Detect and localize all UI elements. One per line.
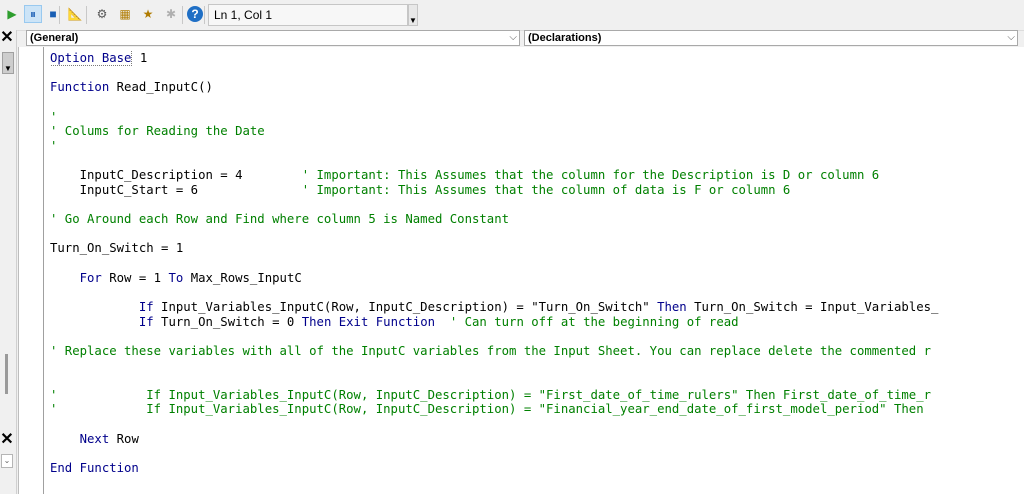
close-icon[interactable]: ✕ [0, 30, 14, 46]
code-line[interactable]: InputC_Start = 6 ' Important: This Assum… [50, 183, 1024, 198]
procedure-combo-value: (Declarations) [528, 32, 602, 44]
code-keyword: Then [657, 299, 687, 314]
splitter-bar[interactable] [5, 354, 8, 394]
code-comment: ' [50, 109, 58, 124]
code-keyword: If [138, 299, 154, 314]
run-icon[interactable]: ▶ [3, 5, 21, 23]
margin-indicator-bar [43, 47, 44, 494]
code-keyword: For [79, 270, 102, 285]
code-line[interactable]: Turn_On_Switch = 1 [50, 241, 1024, 256]
code-line[interactable] [50, 417, 1024, 432]
code-text: Row = 1 [101, 270, 169, 285]
code-line[interactable]: If Turn_On_Switch = 0 Then Exit Function… [50, 315, 1024, 330]
design-mode-icon[interactable]: 📐 [66, 5, 84, 23]
code-keyword: Then Exit Function [301, 314, 435, 329]
code-keyword: End Function [50, 460, 139, 475]
break-icon[interactable]: ⏸ [24, 5, 42, 23]
panel-scroll-thumb[interactable]: ▼ [2, 52, 14, 74]
code-line[interactable] [50, 95, 1024, 110]
code-line[interactable]: End Function [50, 461, 1024, 476]
cursor-position-display: Ln 1, Col 1 [208, 4, 408, 26]
code-line[interactable]: Function Read_InputC() [50, 80, 1024, 95]
code-line[interactable] [50, 197, 1024, 212]
code-line[interactable]: If Input_Variables_InputC(Row, InputC_De… [50, 300, 1024, 315]
code-comment: ' Replace these variables with all of th… [50, 343, 931, 358]
code-window[interactable]: Option Base 1 Function Read_InputC() ' ' … [50, 51, 1024, 476]
code-text: Max_Rows_InputC [183, 270, 302, 285]
chevron-down-icon[interactable]: ⌄ [1, 454, 13, 468]
code-text: InputC_Description = 4 [50, 168, 302, 183]
code-comment: ' Go Around each Row and Find where colu… [50, 212, 510, 227]
code-line[interactable]: InputC_Description = 4 ' Important: This… [50, 168, 1024, 183]
left-panel: ✕ ▼ ✕ ⌄ [0, 30, 17, 494]
code-line[interactable] [50, 373, 1024, 388]
code-line[interactable] [50, 358, 1024, 373]
properties-window-icon[interactable]: ▦ [116, 5, 134, 23]
project-explorer-icon[interactable]: ⚙ [93, 5, 111, 23]
code-text: InputC_Start = 6 [50, 182, 302, 197]
code-line[interactable] [50, 227, 1024, 242]
code-line[interactable] [50, 329, 1024, 344]
code-line[interactable]: Next Row [50, 432, 1024, 447]
code-line[interactable] [50, 256, 1024, 271]
toolbar-separator [204, 6, 205, 24]
code-line[interactable]: For Row = 1 To Max_Rows_InputC [50, 271, 1024, 286]
code-keyword: If [138, 314, 154, 329]
code-comment: ' Important: This Assumes that the colum… [301, 182, 791, 197]
code-line[interactable]: Option Base 1 [50, 51, 1024, 66]
code-line[interactable]: ' If Input_Variables_InputC(Row, InputC_… [50, 388, 1024, 403]
chevron-down-icon[interactable]: ⌵ [1007, 31, 1015, 45]
code-line[interactable] [50, 446, 1024, 461]
procedure-combo[interactable]: (Declarations) ⌵ [524, 30, 1018, 46]
code-line[interactable]: ' Colums for Reading the Date [50, 124, 1024, 139]
chevron-down-icon[interactable]: ⌵ [509, 31, 517, 45]
code-line[interactable] [50, 153, 1024, 168]
code-comment: ' Can turn off at the beginning of read [449, 314, 739, 329]
code-comment: ' [50, 138, 58, 153]
code-comment: ' Important: This Assumes that the colum… [301, 168, 880, 183]
standard-toolbar: ▶ ⏸ ■ 📐 ⚙ ▦ ★ ✱? Ln 1, Col 1 ▼ [0, 0, 1024, 31]
code-text: Input_Variables_InputC(Row, InputC_Descr… [153, 299, 658, 314]
code-keyword: Next [79, 431, 110, 446]
code-keyword: To [168, 270, 184, 285]
code-text: Turn_On_Switch = 1 [50, 241, 184, 256]
code-comment: ' If Input_Variables_InputC(Row, InputC_… [50, 402, 924, 417]
code-text: Row [109, 431, 139, 446]
toolbar-separator [86, 6, 87, 24]
code-editor[interactable]: Option Base 1 Function Read_InputC() ' ' … [18, 47, 1024, 494]
object-combo-value: (General) [30, 32, 79, 44]
code-text: 1 [132, 51, 148, 65]
code-text: Turn_On_Switch = Input_Variables_ [686, 299, 939, 314]
code-line[interactable]: ' Replace these variables with all of th… [50, 344, 1024, 359]
code-line[interactable]: ' [50, 139, 1024, 154]
code-comment: ' Colums for Reading the Date [50, 124, 265, 139]
help-icon[interactable]: ? [187, 6, 203, 22]
toolbar-separator [182, 6, 183, 24]
toolbox-icon[interactable]: ✱ [162, 5, 180, 23]
toolbar-separator [59, 6, 60, 24]
code-text: Turn_On_Switch = 0 [153, 314, 302, 329]
code-line[interactable]: ' If Input_Variables_InputC(Row, InputC_… [50, 402, 1024, 417]
code-line[interactable]: ' Go Around each Row and Find where colu… [50, 212, 1024, 227]
code-comment: ' If Input_Variables_InputC(Row, InputC_… [50, 387, 931, 402]
close-icon[interactable]: ✕ [0, 432, 14, 448]
code-keyword: Option Base [50, 51, 133, 66]
object-browser-icon[interactable]: ★ [139, 5, 157, 23]
object-combo[interactable]: (General) ⌵ [26, 30, 520, 46]
toolbar-options-dropdown[interactable]: ▼ [408, 4, 418, 26]
code-line[interactable] [50, 285, 1024, 300]
code-line[interactable] [50, 66, 1024, 81]
code-keyword: Function [50, 80, 110, 95]
code-line[interactable]: ' [50, 110, 1024, 125]
code-text: Read_InputC() [109, 80, 213, 95]
